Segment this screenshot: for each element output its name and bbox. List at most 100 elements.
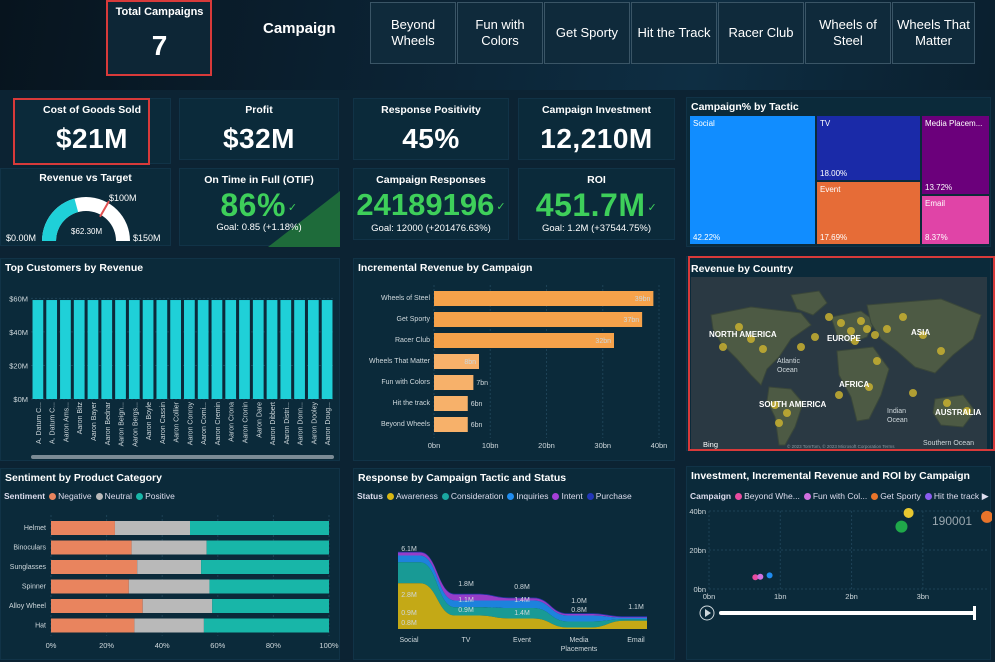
revenue-bar: [434, 291, 654, 306]
country-revenue-bubble: [811, 333, 819, 341]
category-label: Beyond Wheels: [381, 421, 431, 428]
campaign-responses-goal: Goal: 12000 (+201476.63%): [371, 223, 491, 234]
play-axis-track: [719, 611, 975, 615]
customer-label: Aaron Boyle: [146, 402, 153, 440]
ribbon-label: 1.4M: [514, 597, 530, 604]
x-tick-label: 1bn: [774, 592, 787, 601]
sentiment-segment: [51, 521, 115, 535]
treemap-tile-pct: 8.37%: [925, 233, 948, 242]
category-label: Wheels That Matter: [369, 358, 431, 365]
investment-scatter-card: Investment, Incremental Revenue and ROI …: [686, 466, 992, 660]
map-label: Ocean: [887, 417, 908, 424]
sentiment-segment: [137, 560, 202, 574]
country-revenue-bubble: [909, 389, 917, 397]
customer-label: Aaron Bayer: [91, 401, 98, 441]
tab-wheels-of-steel[interactable]: Wheels of Steel: [805, 2, 891, 64]
customer-label: Aaron Dooley: [311, 402, 318, 445]
x-tick-label: 0%: [46, 641, 57, 650]
tab-beyond-wheels[interactable]: Beyond Wheels: [370, 2, 456, 64]
play-icon: [705, 609, 711, 617]
ribbon-label: 0.9M: [458, 607, 474, 614]
campaign-investment-card: Campaign Investment 12,210M: [518, 98, 675, 160]
x-category-label: Media: [569, 637, 588, 644]
customer-bar: [321, 300, 333, 399]
sentiment-segment: [206, 540, 329, 555]
category-label: Binoculars: [13, 545, 46, 552]
x-tick-label: 10bn: [482, 441, 499, 450]
x-tick-label: 40%: [155, 641, 170, 650]
ribbon-label: 6.1M: [401, 546, 417, 553]
country-revenue-bubble: [857, 317, 865, 325]
ribbon-label: 1.4M: [514, 610, 530, 617]
map-label: ASIA: [911, 328, 930, 337]
world-map[interactable]: NORTH AMERICA EUROPE ASIA AFRICA SOUTH AMERI…: [691, 277, 987, 449]
page-title: Campaign: [263, 20, 336, 37]
customer-bar: [115, 300, 126, 399]
treemap-tile-tv[interactable]: TV 18.00%: [817, 116, 920, 180]
data-label: 39bn: [635, 296, 651, 303]
ribbon-label: 0.9M: [401, 610, 417, 617]
data-label: 37bn: [624, 317, 640, 324]
y-tick-label: $0M: [13, 395, 28, 404]
x-tick-label: 3bn: [917, 592, 930, 601]
x-tick-label: 20bn: [538, 441, 555, 450]
sentiment-segment: [190, 521, 329, 535]
sentiment-chart: 0% 20% 40% 60% 80% 100% Helmet Binoculars Sungla…: [9, 515, 339, 650]
data-label: 6bn: [471, 422, 483, 429]
treemap-tile-email[interactable]: Email 8.37%: [922, 196, 989, 244]
x-tick-label: 80%: [266, 641, 281, 650]
map-copyright: © 2023 TomTom, © 2023 Microsoft Corporat…: [787, 443, 895, 449]
gauge-min-label: $0.00M: [6, 233, 37, 243]
check-icon: ✓: [647, 202, 658, 215]
response-positivity-label: Response Positivity: [381, 104, 481, 116]
data-label: 6bn: [471, 401, 483, 408]
ribbon-label: 1.1M: [458, 597, 474, 604]
total-campaigns-label: Total Campaigns: [115, 6, 204, 18]
scatter-chart: 40bn20bn0bn0bn 1bn 2bn 3bn190001: [689, 507, 992, 621]
data-label: 8bn: [464, 359, 476, 366]
revenue-bar: [434, 333, 614, 348]
customer-label: Aaron Bergs...: [132, 402, 139, 447]
roi-label: ROI: [587, 174, 606, 186]
treemap-title: Campaign% by Tactic: [691, 101, 799, 113]
ribbon-label: 0.8M: [401, 620, 417, 627]
ribbon-label: 0.8M: [514, 584, 530, 591]
tab-racer-club[interactable]: Racer Club: [718, 2, 804, 64]
map-label: AFRICA: [839, 380, 869, 389]
tab-get-sporty[interactable]: Get Sporty: [544, 2, 630, 64]
customer-bar: [101, 300, 113, 399]
sentiment-segment: [134, 618, 204, 633]
campaign-responses-card: Campaign Responses 24189196 ✓ Goal: 12000…: [353, 168, 509, 240]
sentiment-segment: [114, 521, 190, 535]
treemap-tile-social[interactable]: Social 42.22%: [690, 116, 815, 244]
x-tick-label: 0bn: [428, 441, 441, 450]
cogs-card: Cost of Goods Sold $21M: [13, 98, 171, 164]
customer-bar: [225, 300, 237, 399]
map-label: EUROPE: [827, 334, 861, 343]
campaign-responses-label: Campaign Responses: [376, 174, 486, 186]
customer-label: Aaron Crona: [229, 402, 236, 442]
tab-wheels-that-matter[interactable]: Wheels That Matter: [892, 2, 975, 64]
sentiment-card: Sentiment by Product Category Sentiment N…: [0, 468, 340, 660]
treemap-tile-media-placem-[interactable]: Media Placem... 13.72%: [922, 116, 989, 194]
total-campaigns-value: 7: [151, 30, 168, 61]
x-tick-label: 100%: [319, 641, 339, 650]
treemap-tile-event[interactable]: Event 17.69%: [817, 182, 920, 244]
ribbon-label: 1.0M: [571, 598, 587, 605]
map-label: SOUTH AMERICA: [759, 400, 826, 409]
customer-label: Aaron Cronin: [242, 402, 249, 443]
scatter-point: [766, 572, 773, 579]
check-icon: ✓: [287, 202, 298, 215]
response-positivity-card: Response Positivity 45%: [353, 98, 509, 160]
incremental-revenue-chart: 0bn 10bn 20bn 30bn 40bn Wheels of Steel 39bn Ge…: [369, 285, 667, 450]
campaign-responses-value: 24189196 ✓: [356, 187, 506, 222]
treemap-card: Campaign% by Tactic Social 42.22% TV 18.00%…: [686, 97, 991, 247]
country-revenue-bubble: [883, 325, 891, 333]
customer-label: Aaron Bitz: [77, 402, 84, 435]
sentiment-segment: [51, 618, 135, 633]
check-icon: ✓: [496, 201, 506, 214]
tab-hit-the-track[interactable]: Hit the Track: [631, 2, 717, 64]
tab-fun-with-colors[interactable]: Fun with Colors: [457, 2, 543, 64]
customer-label: Aaron Ams...: [63, 402, 70, 442]
customer-bar: [211, 300, 223, 399]
